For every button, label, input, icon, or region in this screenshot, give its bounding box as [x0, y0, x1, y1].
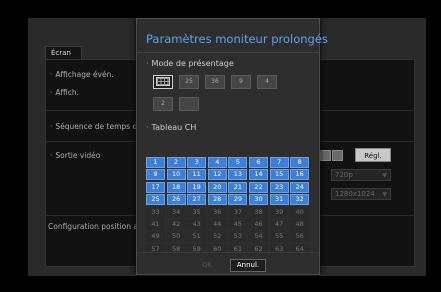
channel-cell[interactable]: 14 [249, 169, 268, 181]
channel-cell[interactable]: 16 [290, 169, 310, 181]
menu-item-video-output[interactable]: Sortie vidéo [50, 151, 100, 160]
channel-cell[interactable]: 43 [187, 219, 207, 230]
channel-cell[interactable]: 45 [228, 219, 248, 230]
channel-cell[interactable]: 59 [187, 243, 207, 255]
screen: Écran Affichage évén. Affich. Séquence d… [0, 0, 441, 292]
channel-cell[interactable]: 33 [146, 206, 165, 218]
channel-cell[interactable]: 6 [249, 157, 268, 168]
divider [137, 252, 319, 253]
channel-cell[interactable]: 22 [249, 181, 268, 193]
resolution-select[interactable]: 720p ▼ [331, 169, 391, 181]
channel-cell[interactable]: 61 [228, 243, 248, 255]
dialog-title: Paramètres moniteur prolongés [146, 32, 328, 46]
layout-button-36[interactable]: 36 [205, 75, 225, 89]
channel-cell[interactable]: 56 [290, 231, 310, 243]
tab-ecran[interactable]: Écran [45, 46, 82, 59]
channel-cell[interactable]: 42 [166, 219, 186, 230]
channel-cell[interactable]: 48 [290, 219, 310, 230]
chevron-down-icon: ▼ [382, 172, 387, 179]
channel-cell[interactable]: 4 [207, 157, 227, 168]
channel-cell[interactable]: 40 [290, 206, 310, 218]
channel-cell[interactable]: 5 [228, 157, 248, 168]
channel-cell[interactable]: 47 [269, 219, 289, 230]
channel-cell[interactable]: 21 [228, 181, 248, 193]
channel-cell[interactable]: 34 [166, 206, 186, 218]
channel-cell[interactable]: 52 [207, 231, 227, 243]
channel-section-label: Tableau CH [146, 123, 197, 132]
channel-cell[interactable]: 10 [166, 169, 186, 181]
channel-cell[interactable]: 26 [166, 194, 186, 206]
channel-cell[interactable]: 64 [290, 243, 310, 255]
layout-button-4[interactable]: 4 [257, 75, 277, 89]
output-square-icon[interactable] [320, 150, 331, 161]
channel-cell[interactable]: 1 [146, 157, 165, 168]
channel-cell[interactable]: 12 [207, 169, 227, 181]
channel-cell[interactable]: 35 [187, 206, 207, 218]
menu-item-config-position[interactable]: Configuration position af [48, 222, 141, 231]
channel-cell[interactable]: 17 [146, 181, 165, 193]
channel-cell[interactable]: 11 [187, 169, 207, 181]
channel-cell[interactable]: 3 [187, 157, 207, 168]
channel-cell[interactable]: 55 [269, 231, 289, 243]
channel-cell[interactable]: 58 [166, 243, 186, 255]
channel-cell[interactable]: 20 [207, 181, 227, 193]
chevron-down-icon: ▼ [382, 191, 387, 198]
channel-cell[interactable]: 41 [146, 219, 165, 230]
channel-cell[interactable]: 2 [166, 157, 186, 168]
channel-cell[interactable]: 44 [207, 219, 227, 230]
channel-cell[interactable]: 51 [187, 231, 207, 243]
layout-button-16[interactable] [153, 75, 173, 89]
menu-item-sequence-time[interactable]: Séquence de temps de [50, 122, 141, 131]
menu-item-event-display[interactable]: Affichage évén. [50, 70, 113, 79]
layout-section-label: Mode de présentage [146, 59, 234, 68]
channel-cell[interactable]: 63 [269, 243, 289, 255]
channel-cell[interactable]: 53 [228, 231, 248, 243]
channel-cell[interactable]: 30 [249, 194, 268, 206]
channel-cell[interactable]: 29 [228, 194, 248, 206]
monitor-resolution-select-value: 1280x1024 [335, 190, 375, 198]
channel-cell[interactable]: 31 [269, 194, 289, 206]
channel-cell[interactable]: 19 [187, 181, 207, 193]
channel-cell[interactable]: 39 [269, 206, 289, 218]
channel-cell[interactable]: 27 [187, 194, 207, 206]
settings-button[interactable]: Régl. [355, 148, 391, 162]
grid-16-icon [156, 77, 170, 86]
channel-cell[interactable]: 32 [290, 194, 310, 206]
channel-cell[interactable]: 38 [249, 206, 268, 218]
layout-button-9[interactable]: 9 [231, 75, 251, 89]
layout-button-2[interactable]: 2 [153, 97, 173, 111]
channel-cell[interactable]: 36 [207, 206, 227, 218]
layout-button-25[interactable]: 25 [179, 75, 199, 89]
monitor-resolution-select[interactable]: 1280x1024 ▼ [331, 188, 391, 200]
channel-cell[interactable]: 8 [290, 157, 310, 168]
channel-cell[interactable]: 54 [249, 231, 268, 243]
channel-cell[interactable]: 24 [290, 181, 310, 193]
channel-cell[interactable]: 37 [228, 206, 248, 218]
ok-button[interactable]: OK [197, 259, 217, 271]
channel-cell[interactable]: 60 [207, 243, 227, 255]
channel-cell[interactable]: 57 [146, 243, 165, 255]
channel-cell[interactable]: 50 [166, 231, 186, 243]
channel-cell[interactable]: 62 [249, 243, 268, 255]
divider [137, 52, 319, 53]
resolution-select-value: 720p [335, 171, 353, 179]
channel-cell[interactable]: 49 [146, 231, 165, 243]
layout-button-custom[interactable] [179, 97, 199, 111]
channel-cell[interactable]: 25 [146, 194, 165, 206]
channel-cell[interactable]: 18 [166, 181, 186, 193]
channel-cell[interactable]: 7 [269, 157, 289, 168]
channel-cell[interactable]: 15 [269, 169, 289, 181]
cancel-button[interactable]: Annul. [230, 259, 266, 272]
channel-cell[interactable]: 23 [269, 181, 289, 193]
extended-monitor-dialog: Paramètres moniteur prolongés Mode de pr… [136, 18, 328, 275]
channel-cell[interactable]: 28 [207, 194, 227, 206]
channel-cell[interactable]: 46 [249, 219, 268, 230]
menu-item-display[interactable]: Affich. [50, 88, 79, 97]
channel-cell[interactable]: 9 [146, 169, 165, 181]
output-square-icon[interactable] [332, 150, 343, 161]
channel-cell[interactable]: 13 [228, 169, 248, 181]
